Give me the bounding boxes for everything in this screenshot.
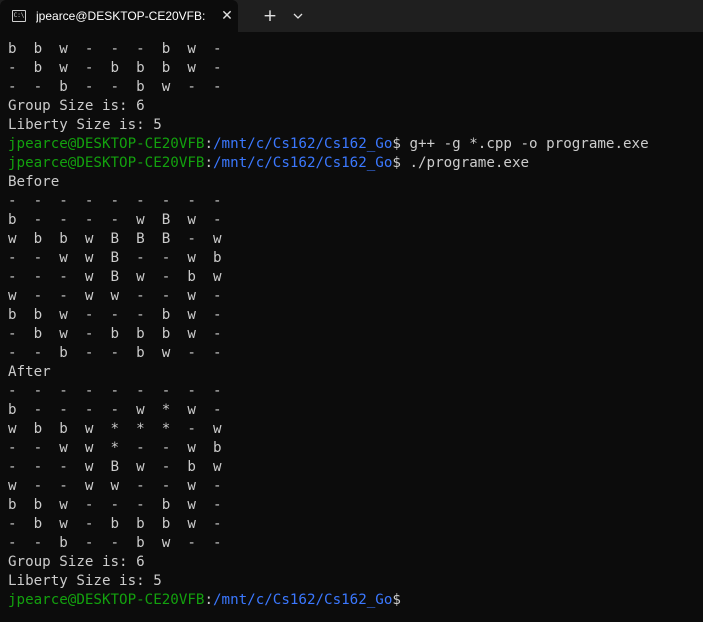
close-icon[interactable]: ✕	[219, 8, 235, 24]
prompt-path: /mnt/c/Cs162/Cs162_Go	[213, 155, 393, 171]
output-line: b b w - - - b w -	[8, 41, 222, 57]
output-line: b - - - - w * w -	[8, 402, 222, 418]
terminal-output[interactable]: b b w - - - b w - - b w - b b b w - - - b …	[0, 32, 703, 622]
output-line: b - - - - w B w -	[8, 212, 222, 228]
prompt-command: $ ./programe.exe	[392, 155, 530, 171]
prompt-user: jpearce@DESKTOP-CE20VFB	[8, 136, 205, 152]
prompt-separator: :	[204, 592, 214, 608]
prompt-user: jpearce@DESKTOP-CE20VFB	[8, 155, 205, 171]
prompt-command: $ g++ -g *.cpp -o programe.exe	[392, 136, 649, 152]
prompt-separator: :	[204, 136, 214, 152]
prompt-path: /mnt/c/Cs162/Cs162_Go	[213, 592, 393, 608]
output-line: - b w - b b b w -	[8, 326, 222, 342]
prompt-line: jpearce@DESKTOP-CE20VFB:/mnt/c/Cs162/Cs1…	[8, 135, 703, 154]
output-line: - b w - b b b w -	[8, 516, 222, 532]
terminal-icon: C:\	[12, 10, 26, 22]
prompt-command: $	[392, 592, 401, 608]
new-tab-button[interactable]: +	[260, 6, 280, 26]
output-line: w - - w w - - w -	[8, 478, 222, 494]
output-line: - - w w * - - w b	[8, 440, 222, 456]
chevron-down-icon[interactable]	[288, 6, 308, 26]
output-line: - - b - - b w - -	[8, 345, 222, 361]
output-line: Group Size is: 6	[8, 554, 145, 570]
output-line: - - w w B - - w b	[8, 250, 222, 266]
prompt-separator: :	[204, 155, 214, 171]
output-line: - b w - b b b w -	[8, 60, 222, 76]
output-line: - - b - - b w - -	[8, 79, 222, 95]
prompt-path: /mnt/c/Cs162/Cs162_Go	[213, 136, 393, 152]
output-line: Group Size is: 6	[8, 98, 145, 114]
prompt-line: jpearce@DESKTOP-CE20VFB:/mnt/c/Cs162/Cs1…	[8, 591, 703, 610]
output-line: Liberty Size is: 5	[8, 117, 162, 133]
tab-terminal[interactable]: C:\ jpearce@DESKTOP-CE20VFB: / ✕	[0, 0, 238, 32]
output-line: - - b - - b w - -	[8, 535, 222, 551]
terminal-window: C:\ jpearce@DESKTOP-CE20VFB: / ✕ + b b w…	[0, 0, 703, 622]
prompt-user: jpearce@DESKTOP-CE20VFB	[8, 592, 205, 608]
output-line: - - - w B w - b w	[8, 269, 222, 285]
title-bar: C:\ jpearce@DESKTOP-CE20VFB: / ✕ +	[0, 0, 703, 32]
output-line: w b b w B B B - w	[8, 231, 222, 247]
output-line: Liberty Size is: 5	[8, 573, 162, 589]
output-line: b b w - - - b w -	[8, 497, 222, 513]
output-line: After	[8, 364, 51, 380]
tab-title: jpearce@DESKTOP-CE20VFB: /	[36, 9, 206, 23]
output-line: Before	[8, 174, 60, 190]
output-line: - - - w B w - b w	[8, 459, 222, 475]
output-line: b b w - - - b w -	[8, 307, 222, 323]
output-line: w - - w w - - w -	[8, 288, 222, 304]
output-line: w b b w * * * - w	[8, 421, 222, 437]
output-line: - - - - - - - - -	[8, 383, 222, 399]
prompt-line: jpearce@DESKTOP-CE20VFB:/mnt/c/Cs162/Cs1…	[8, 154, 703, 173]
output-line: - - - - - - - - -	[8, 193, 222, 209]
